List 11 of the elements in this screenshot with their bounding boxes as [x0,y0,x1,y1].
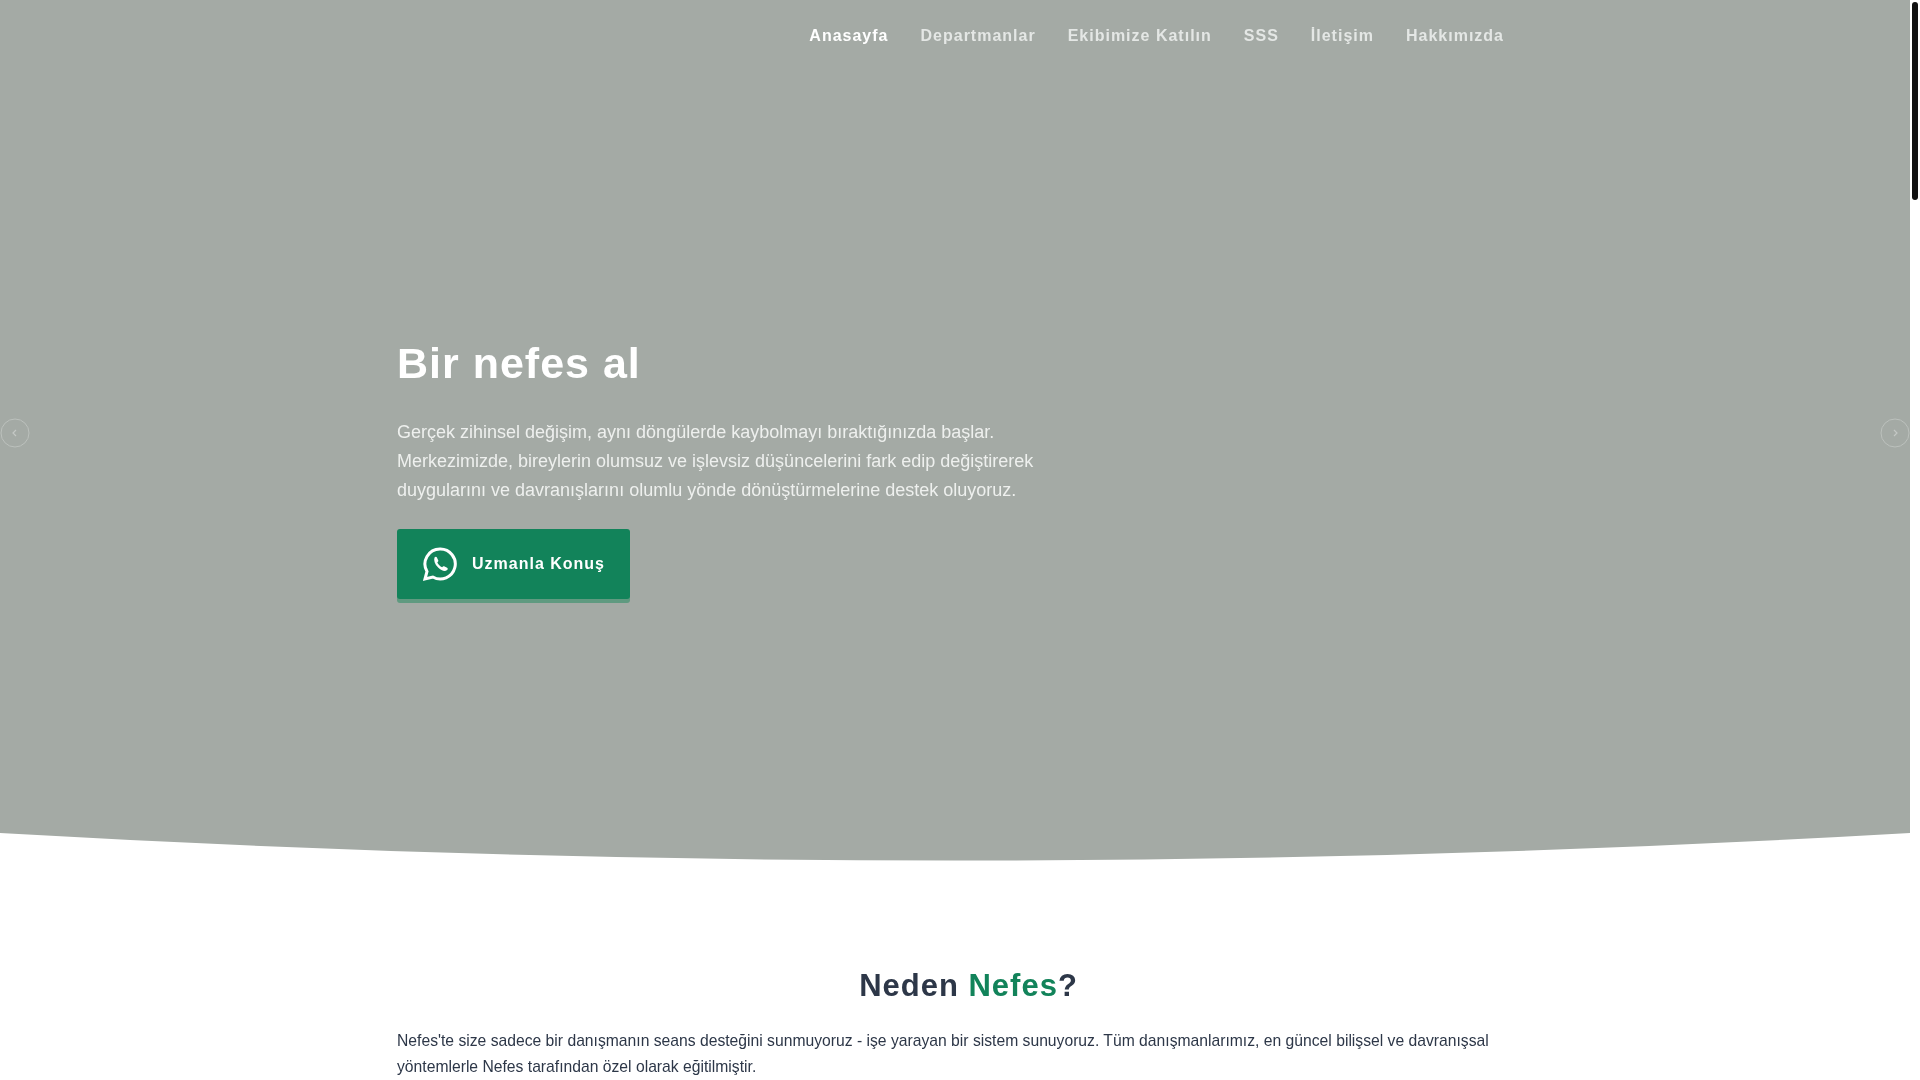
nav-link[interactable]: SSS [1227,27,1295,45]
section-title: Neden Nefes? [858,968,1079,1004]
section-text: Nefes'te size sadece bir danışmanın seans desteğini sunmuyoruz - işe yarayan bir sistem sunuyoruz. Tüm danışmanlarımız, en güncel bilişsel ve davranışsal yöntemlerle Nefes tarafından özel olarak eğitilmiştir. [397,1031,1490,1077]
nav-link[interactable]: Hakkımızda [1389,27,1520,45]
nav-link[interactable]: Departmanlar [904,27,1052,45]
nav-link[interactable]: Ekibimize Katılın [1051,27,1228,45]
nav-link[interactable]: İletişim [1294,27,1390,45]
hero-text: Gerçek zihinsel değişim, aynı döngülerde kaybolmayı bıraktığınızda başlar. Merkezimizde, bireylerin olumsuz ve işlevsiz düşüncelerini fark edip değiştirerek duygularını ve davranışlarını olumlu yönde dönüştürmelerine destek oluyoruz. [397,421,1035,502]
whatsapp-icon [422,546,458,582]
nav-link[interactable]: Anasayfa [793,27,905,45]
hero-title: Bir nefes al [397,342,642,385]
